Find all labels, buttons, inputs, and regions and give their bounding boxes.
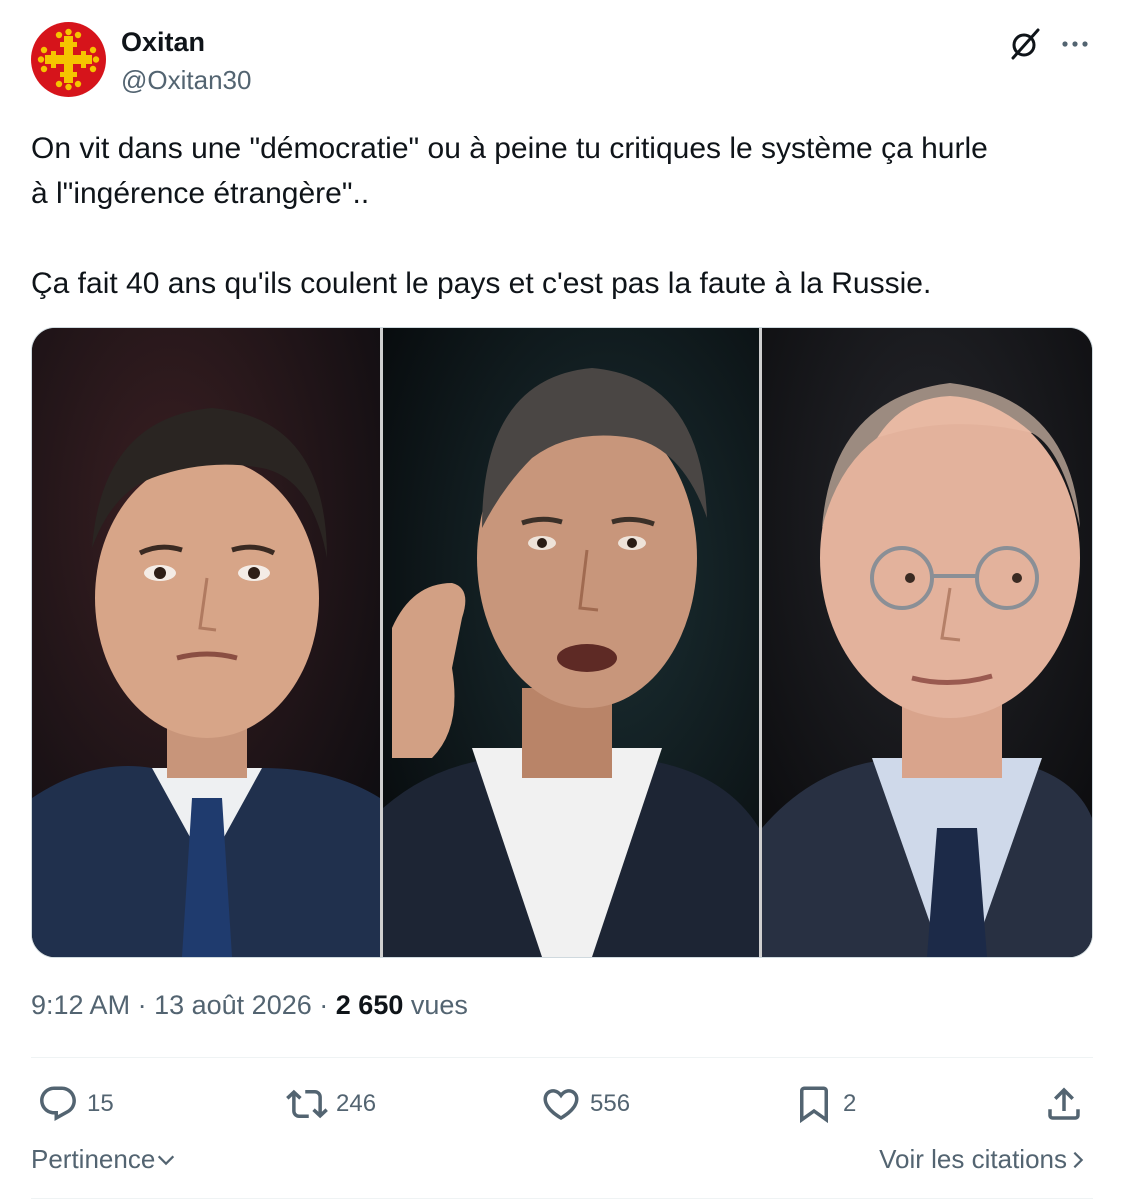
share-icon [1048, 1087, 1080, 1120]
grok-icon[interactable] [1007, 26, 1043, 62]
tweet-time[interactable]: 9:12 AM [31, 990, 130, 1020]
sort-dropdown[interactable]: Pertinence [31, 1144, 177, 1175]
repost-button[interactable]: 246 [286, 1078, 376, 1130]
chevron-down-icon [158, 1155, 175, 1165]
repost-icon [286, 1089, 328, 1119]
tweet-line-2: à l"ingérence étrangère".. [31, 177, 370, 210]
views-count: 2 650 [335, 990, 404, 1020]
like-button[interactable]: 556 [540, 1078, 630, 1130]
quotes-label: Voir les citations [879, 1144, 1067, 1174]
avatar[interactable] [31, 22, 106, 97]
share-button[interactable] [1043, 1078, 1085, 1130]
reply-icon [40, 1086, 76, 1121]
media-panel-3 [762, 328, 1092, 957]
bookmark-count: 2 [843, 1090, 857, 1117]
heart-icon [543, 1089, 579, 1121]
tweet-header: Oxitan @Oxitan30 [31, 22, 1093, 100]
divider-top [31, 1057, 1093, 1058]
tweet-line-3: Ça fait 40 ans qu'ils coulent le pays et… [31, 267, 932, 300]
tweet-meta: 9:12 AM · 13 août 2026 · 2 650 vues [31, 990, 468, 1021]
repost-count: 246 [336, 1090, 377, 1117]
bookmark-button[interactable]: 2 [793, 1078, 856, 1130]
view-quotes-link[interactable]: Voir les citations [879, 1144, 1089, 1175]
bookmark-icon [800, 1086, 828, 1124]
tweet-line-1: On vit dans une "démocratie" ou à peine … [31, 132, 988, 165]
occitan-cross-icon [37, 28, 100, 91]
reply-count: 15 [87, 1090, 114, 1117]
sort-label: Pertinence [31, 1144, 156, 1174]
chevron-right-icon [1073, 1151, 1084, 1168]
meta-separator-2: · [319, 990, 329, 1020]
author-handle[interactable]: @Oxitan30 [121, 65, 251, 96]
author-name[interactable]: Oxitan [121, 27, 205, 58]
tweet-media[interactable] [31, 327, 1093, 958]
tweet-actions: 15 246 556 2 [31, 1078, 1093, 1130]
views-label: vues [410, 990, 468, 1020]
media-panel-2 [383, 328, 759, 957]
reply-button[interactable]: 15 [37, 1078, 114, 1130]
like-count: 556 [590, 1090, 631, 1117]
more-icon[interactable] [1057, 26, 1093, 62]
divider-bottom [31, 1198, 1093, 1199]
tweet-text: On vit dans une "démocratie" ou à peine … [31, 126, 1093, 306]
replies-toolbar: Pertinence Voir les citations [31, 1144, 1093, 1184]
tweet-date[interactable]: 13 août 2026 [154, 990, 312, 1020]
media-panel-1 [32, 328, 380, 957]
meta-separator: · [137, 990, 147, 1020]
